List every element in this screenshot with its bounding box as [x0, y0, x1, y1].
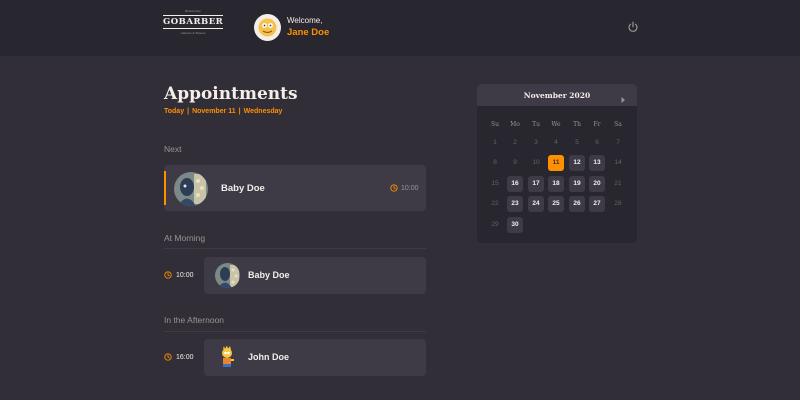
calendar-header: November 2020 — [477, 84, 637, 106]
calendar-day: 14 — [614, 159, 622, 166]
gobarber-logo[interactable]: Barbershop GOBARBER Haircuts & Shaves — [163, 9, 223, 47]
clock-icon — [390, 184, 398, 192]
calendar-day: 7 — [616, 139, 620, 146]
weekday-label: Fr — [593, 121, 601, 128]
appointment-time-text: 10:00 — [176, 271, 194, 279]
logo-top-text: Barbershop — [185, 9, 201, 13]
avatar — [215, 263, 240, 288]
section-divider — [164, 331, 426, 332]
calendar-day[interactable]: 12 — [569, 155, 585, 171]
weekday-label: Su — [491, 121, 499, 128]
client-name: Baby Doe — [248, 270, 290, 280]
afternoon-section-label: In the Afternoon — [164, 315, 225, 325]
clock-icon — [164, 271, 172, 279]
calendar-day: 9 — [513, 159, 517, 166]
calendar-day: 29 — [491, 221, 499, 228]
appointment-time: 16:00 — [164, 353, 194, 361]
appointment-card[interactable]: John Doe — [204, 339, 426, 376]
chevron-right-icon[interactable] — [619, 91, 627, 103]
avatar — [174, 172, 208, 206]
calendar-day: 6 — [595, 139, 599, 146]
calendar-day: 21 — [614, 180, 622, 187]
appointment-time-text: 16:00 — [176, 353, 194, 361]
calendar-day[interactable]: 25 — [548, 196, 564, 212]
page-title: Appointments — [164, 84, 298, 104]
calendar-day[interactable]: 23 — [507, 196, 523, 212]
date-weekday: Wednesday — [243, 108, 283, 115]
date-separator: | — [187, 108, 190, 115]
calendar-day[interactable]: 20 — [589, 176, 605, 192]
section-divider — [164, 248, 426, 249]
appointment-time: 10:00 — [164, 271, 194, 279]
power-icon[interactable] — [627, 20, 639, 32]
user-avatar-image — [258, 18, 277, 37]
client-name: John Doe — [248, 352, 290, 362]
calendar-day: 28 — [614, 200, 622, 207]
avatar — [215, 345, 240, 370]
weekday-label: Mo — [510, 121, 520, 128]
welcome-label: Welcome, — [287, 16, 323, 25]
next-appointment-time: 10:00 — [390, 184, 419, 192]
morning-section-label: At Morning — [164, 233, 206, 243]
calendar-day: 2 — [513, 139, 517, 146]
next-section-label: Next — [164, 144, 182, 154]
weekday-label: Sa — [614, 121, 622, 128]
calendar-day: 8 — [493, 159, 497, 166]
calendar-day: 3 — [534, 139, 538, 146]
next-time-text: 10:00 — [401, 184, 419, 192]
app-header: Barbershop GOBARBER Haircuts & Shaves We… — [0, 0, 800, 56]
calendar-day: 22 — [491, 200, 499, 207]
date-separator: | — [238, 108, 241, 115]
calendar-day: 1 — [493, 139, 497, 146]
calendar-day[interactable]: 16 — [507, 176, 523, 192]
weekday-label: Th — [573, 121, 581, 128]
accent-bar — [164, 171, 166, 205]
calendar-day[interactable]: 27 — [589, 196, 605, 212]
user-name-link[interactable]: Jane Doe — [287, 27, 329, 38]
calendar-day: 15 — [491, 180, 499, 187]
weekday-label: We — [551, 121, 561, 128]
next-client-name: Baby Doe — [221, 183, 265, 194]
calendar-day: 4 — [554, 139, 558, 146]
clock-icon — [164, 353, 172, 361]
calendar-day[interactable]: 18 — [548, 176, 564, 192]
calendar-day[interactable]: 26 — [569, 196, 585, 212]
logo-brand: GOBARBER — [163, 15, 224, 29]
date-day: November 11 — [192, 108, 236, 115]
calendar-day[interactable]: 17 — [528, 176, 544, 192]
calendar-day[interactable]: 11 — [548, 155, 564, 171]
next-appointment-card[interactable]: Baby Doe 10:00 — [164, 165, 426, 211]
calendar-day[interactable]: 30 — [507, 217, 523, 233]
calendar-day: 5 — [575, 139, 579, 146]
weekday-label: Tu — [532, 121, 540, 128]
calendar-day[interactable]: 24 — [528, 196, 544, 212]
appointment-card[interactable]: Baby Doe — [204, 257, 426, 294]
date-today: Today — [164, 108, 185, 115]
calendar-day[interactable]: 13 — [589, 155, 605, 171]
date-line: Today | November 11 | Wednesday — [164, 108, 282, 115]
calendar: November 2020 Su Mo Tu We Th Fr Sa 1 2 3 4 5 6 7 8 9 10 1… — [477, 84, 637, 243]
calendar-day: 10 — [532, 159, 540, 166]
calendar-month-label: November 2020 — [523, 91, 591, 100]
logo-bottom-text: Haircuts & Shaves — [180, 31, 206, 35]
calendar-day[interactable]: 19 — [569, 176, 585, 192]
user-avatar[interactable] — [254, 14, 281, 41]
